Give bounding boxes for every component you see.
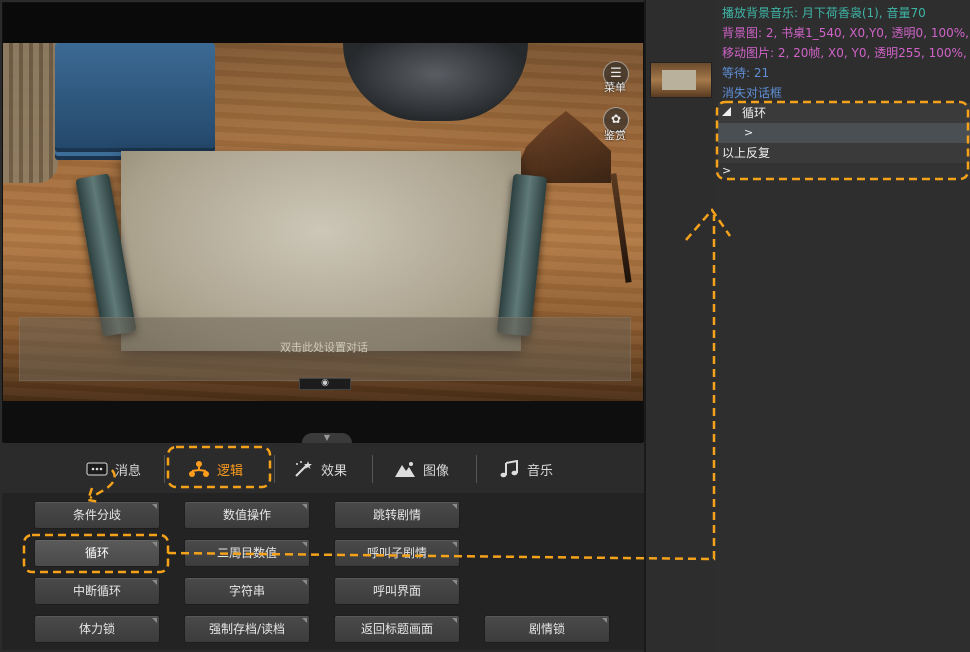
cmd-stamina-lock-button[interactable]: 体力锁 <box>34 615 160 643</box>
script-line[interactable]: 背景图: 2, 书桌1_540, X0,Y0, 透明0, 100%, 100% <box>722 23 970 43</box>
message-icon <box>86 460 108 478</box>
script-line[interactable]: 移动图片: 2, 20帧, X0, Y0, 透明255, 100%, 100% <box>722 43 970 63</box>
loop-label: 循环 <box>742 106 767 120</box>
cmd-story-lock-button[interactable]: 剧情锁 <box>484 615 610 643</box>
tab-label: 音乐 <box>527 463 554 479</box>
tab-message[interactable]: 消息 <box>86 453 141 485</box>
tab-divider <box>164 455 165 483</box>
gallery-label: 鉴赏 <box>604 129 626 142</box>
cmd-return-title-button[interactable]: 返回标题画面 <box>334 615 460 643</box>
tab-effect[interactable]: 效果 <box>292 453 347 485</box>
tab-label: 逻辑 <box>217 463 244 479</box>
logic-icon <box>188 460 210 478</box>
cmd-break-loop-button[interactable]: 中断循环 <box>34 577 160 605</box>
eye-icon[interactable]: ◉ <box>299 378 351 390</box>
scene-canvas[interactable]: ☰ 菜单 ✿ 鉴赏 双击此处设置对话 ◉ <box>3 43 643 401</box>
tab-label: 消息 <box>115 463 142 479</box>
loop-end-label: 以上反复 <box>722 146 771 160</box>
cmd-call-sub-story-button[interactable]: 呼叫子剧情 <box>334 539 460 567</box>
tab-divider <box>274 455 275 483</box>
cmd-second-round-value-button[interactable]: 二周目数值 <box>184 539 310 567</box>
books-image <box>55 43 215 148</box>
scene-preview[interactable]: ☰ 菜单 ✿ 鉴赏 双击此处设置对话 ◉ <box>2 2 645 443</box>
thumbnail-paper <box>662 70 696 90</box>
collapse-triangle-icon[interactable] <box>722 107 731 116</box>
cmd-condition-branch-button[interactable]: 条件分歧 <box>34 501 160 529</box>
script-line[interactable]: 播放背景音乐: 月下荷香袅(1), 音量70 <box>722 3 970 23</box>
cmd-force-save-load-button[interactable]: 强制存档/读档 <box>184 615 310 643</box>
cmd-value-operation-button[interactable]: 数值操作 <box>184 501 310 529</box>
music-note-icon <box>498 459 520 478</box>
tab-label: 图像 <box>423 463 450 479</box>
tab-divider <box>372 455 373 483</box>
tab-label: 效果 <box>321 463 348 479</box>
category-tabs: 消息 逻辑 效果 图像 音乐 <box>2 445 644 493</box>
chevron-down-icon[interactable]: ▼ <box>302 433 352 443</box>
loop-child-marker: > <box>744 126 754 139</box>
cmd-string-button[interactable]: 字符串 <box>184 577 310 605</box>
dialog-hint: 双击此处设置对话 <box>280 341 368 354</box>
cmd-jump-story-button[interactable]: 跳转剧情 <box>334 501 460 529</box>
tab-image[interactable]: 图像 <box>394 453 449 485</box>
tab-music[interactable]: 音乐 <box>498 453 553 485</box>
preview-top-bar <box>3 3 645 43</box>
end-marker: > <box>722 164 732 177</box>
bamboo-scroll-image <box>3 43 58 183</box>
cmd-loop-button[interactable]: 循环 <box>34 539 160 567</box>
tab-divider <box>476 455 477 483</box>
script-line[interactable]: 等待: 21 <box>722 63 970 83</box>
script-line[interactable]: 消失对话框 <box>722 83 970 103</box>
menu-label: 菜单 <box>604 81 626 94</box>
image-mountain-icon <box>394 460 416 478</box>
effect-wand-icon <box>292 460 314 478</box>
tab-logic[interactable]: 逻辑 <box>188 453 243 485</box>
cmd-call-interface-button[interactable]: 呼叫界面 <box>334 577 460 605</box>
